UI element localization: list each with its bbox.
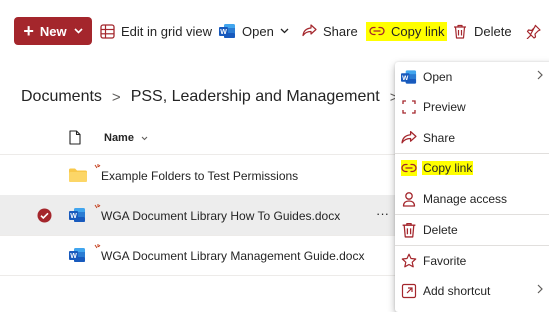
menu-item-share[interactable]: Share bbox=[395, 123, 549, 153]
chevron-down-icon bbox=[141, 136, 148, 141]
more-actions-button[interactable]: ··· bbox=[376, 206, 389, 221]
menu-item-delete[interactable]: Delete bbox=[395, 215, 549, 245]
menu-item-label: Preview bbox=[423, 100, 466, 114]
menu-item-copy-link[interactable]: Copy link bbox=[395, 153, 549, 183]
context-menu: W Open Preview Share Copy link Manage ac… bbox=[395, 62, 549, 312]
edit-grid-view-button[interactable]: Edit in grid view bbox=[100, 17, 212, 45]
chevron-down-icon bbox=[74, 28, 83, 34]
link-icon bbox=[369, 26, 385, 36]
grid-icon bbox=[100, 23, 115, 39]
chevron-right-icon bbox=[537, 70, 543, 80]
copy-link-button[interactable]: Copy link bbox=[366, 17, 448, 45]
menu-item-label: Open bbox=[423, 70, 453, 84]
star-icon bbox=[401, 253, 417, 268]
preview-icon bbox=[402, 100, 416, 114]
pin-button[interactable] bbox=[526, 17, 541, 45]
chevron-right-icon bbox=[537, 284, 543, 294]
menu-item-label: Favorite bbox=[423, 254, 467, 268]
word-icon: W bbox=[401, 70, 417, 84]
pin-icon bbox=[526, 24, 541, 39]
checkmark-circle-icon[interactable] bbox=[37, 208, 52, 223]
menu-item-label: Delete bbox=[423, 223, 458, 237]
menu-item-manage-access[interactable]: Manage access bbox=[395, 184, 549, 214]
name-column-label: Name bbox=[104, 132, 134, 144]
folder-icon bbox=[69, 168, 87, 182]
svg-text:W: W bbox=[402, 75, 409, 82]
breadcrumb-separator: > bbox=[111, 88, 121, 106]
command-bar: + New Edit in grid view W Open Share Cop… bbox=[0, 0, 549, 62]
word-icon: W bbox=[219, 24, 235, 38]
chevron-down-icon bbox=[280, 28, 289, 34]
delete-button[interactable]: Delete bbox=[453, 17, 512, 45]
word-icon: W bbox=[69, 208, 85, 222]
copy-link-highlight: Copy link bbox=[366, 21, 448, 41]
link-icon bbox=[401, 160, 417, 176]
share-icon bbox=[401, 130, 417, 144]
share-button[interactable]: Share bbox=[302, 17, 358, 45]
new-button[interactable]: + New bbox=[14, 17, 92, 45]
share-icon bbox=[302, 24, 317, 37]
trash-icon bbox=[402, 222, 416, 238]
breadcrumb-item-pss[interactable]: PSS, Leadership and Management bbox=[131, 88, 380, 106]
menu-item-label: Copy link bbox=[422, 161, 474, 175]
edit-grid-view-label: Edit in grid view bbox=[121, 23, 213, 39]
name-column-header[interactable]: Name bbox=[104, 132, 148, 144]
svg-text:W: W bbox=[70, 253, 77, 260]
file-name[interactable]: Example Folders to Test Permissions bbox=[101, 169, 298, 183]
menu-item-add-shortcut[interactable]: Add shortcut bbox=[395, 276, 549, 306]
copy-link-label: Copy link bbox=[391, 23, 445, 39]
share-button-label: Share bbox=[323, 23, 358, 39]
svg-text:W: W bbox=[70, 213, 77, 220]
person-icon bbox=[402, 192, 416, 207]
file-name[interactable]: WGA Document Library Management Guide.do… bbox=[101, 249, 364, 263]
menu-item-label: Manage access bbox=[423, 192, 508, 206]
file-name[interactable]: WGA Document Library How To Guides.docx bbox=[101, 209, 340, 223]
word-icon: W bbox=[69, 248, 85, 262]
trash-icon bbox=[454, 24, 466, 39]
shortcut-icon bbox=[401, 283, 417, 299]
breadcrumb: Documents > PSS, Leadership and Manageme… bbox=[21, 88, 429, 106]
plus-icon: + bbox=[23, 21, 34, 41]
delete-button-label: Delete bbox=[474, 23, 512, 39]
file-type-icon[interactable] bbox=[69, 130, 81, 145]
menu-item-preview[interactable]: Preview bbox=[395, 92, 549, 122]
menu-item-label: Share bbox=[423, 131, 456, 145]
list-item[interactable]: W WGA Document Library How To Guides.doc… bbox=[0, 195, 395, 236]
menu-item-open[interactable]: W Open bbox=[395, 62, 549, 92]
open-button[interactable]: W Open bbox=[219, 17, 289, 45]
open-button-label: Open bbox=[242, 23, 274, 39]
menu-item-label: Add shortcut bbox=[423, 284, 491, 298]
new-button-label: New bbox=[39, 23, 67, 39]
svg-text:W: W bbox=[220, 29, 227, 36]
menu-item-favorite[interactable]: Favorite bbox=[395, 246, 549, 276]
breadcrumb-item-documents[interactable]: Documents bbox=[21, 88, 102, 106]
